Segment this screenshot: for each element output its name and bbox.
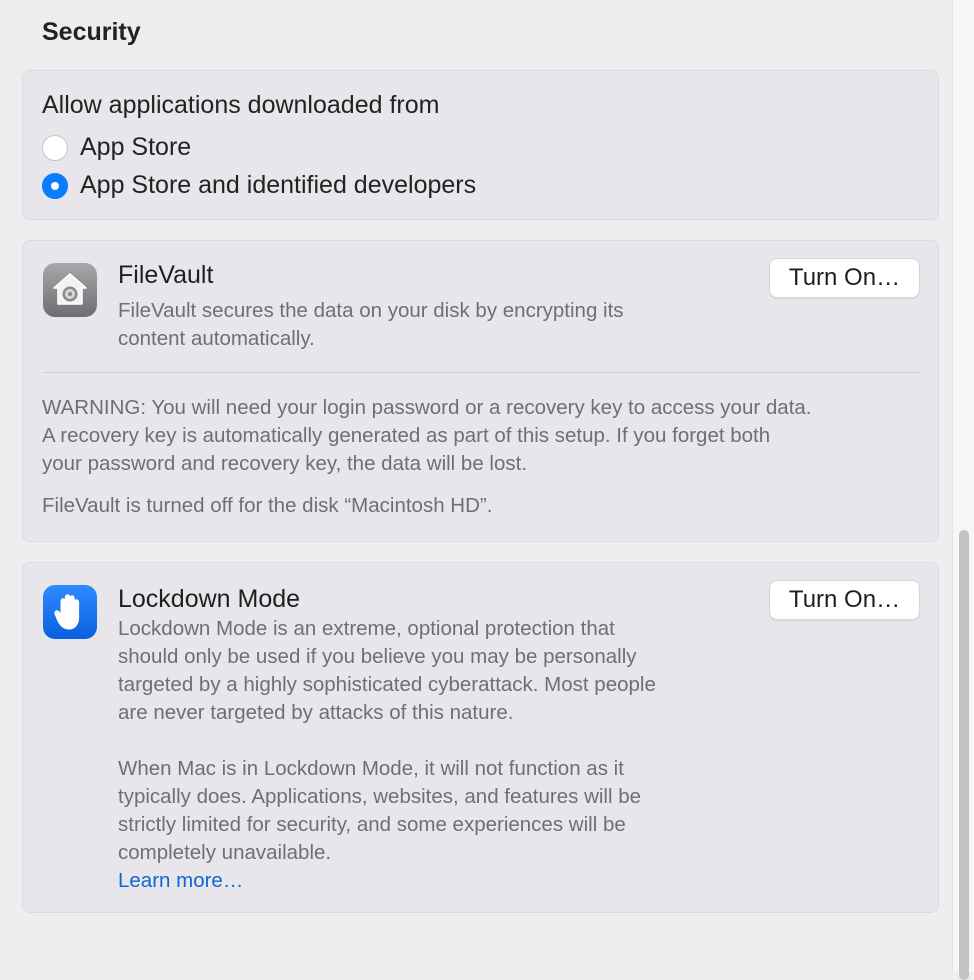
security-settings-pane: Security Allow applications downloaded f… bbox=[0, 0, 952, 972]
filevault-icon bbox=[43, 263, 97, 317]
filevault-warning: WARNING: You will need your login passwo… bbox=[42, 394, 922, 478]
filevault-description: FileVault secures the data on your disk … bbox=[118, 297, 624, 353]
description-line: typically does. Applications, websites, … bbox=[118, 785, 642, 808]
radio-option-app-store-identified[interactable]: App Store and identified developers bbox=[42, 171, 476, 200]
hand-icon bbox=[43, 585, 97, 639]
radio-label: App Store and identified developers bbox=[80, 171, 477, 199]
description-line: content automatically. bbox=[118, 327, 315, 350]
description-line: FileVault secures the data on your disk … bbox=[118, 299, 624, 322]
filevault-card: FileVault FileVault secures the data on … bbox=[22, 240, 939, 542]
description-line: When Mac is in Lockdown Mode, it will no… bbox=[118, 757, 624, 780]
lockdown-title: Lockdown Mode bbox=[118, 585, 301, 613]
section-title: Security bbox=[42, 18, 141, 46]
allow-apps-card: Allow applications downloaded from App S… bbox=[22, 70, 939, 220]
allow-apps-title: Allow applications downloaded from bbox=[42, 91, 440, 119]
warning-line: your password and recovery key, the data… bbox=[42, 452, 528, 475]
warning-line: A recovery key is automatically generate… bbox=[42, 424, 771, 447]
description-line: should only be used if you believe you m… bbox=[118, 645, 637, 668]
description-line: strictly limited for security, and some … bbox=[118, 813, 626, 836]
lockdown-description: Lockdown Mode is an extreme, optional pr… bbox=[118, 615, 656, 895]
filevault-status: FileVault is turned off for the disk “Ma… bbox=[42, 494, 493, 517]
description-line: targeted by a highly sophisticated cyber… bbox=[118, 673, 656, 696]
scrollbar-track[interactable] bbox=[952, 0, 974, 980]
filevault-turn-on-button[interactable]: Turn On… bbox=[769, 258, 920, 298]
radio-label: App Store bbox=[80, 133, 192, 161]
description-line: Lockdown Mode is an extreme, optional pr… bbox=[118, 617, 615, 640]
lockdown-card: Lockdown Mode Turn On… Lockdown Mode is … bbox=[22, 562, 939, 913]
radio-option-app-store[interactable]: App Store bbox=[42, 133, 191, 162]
radio-button-unchecked[interactable] bbox=[42, 134, 68, 161]
lockdown-turn-on-button[interactable]: Turn On… bbox=[769, 580, 920, 620]
scrollbar-thumb[interactable] bbox=[959, 530, 969, 980]
description-line: completely unavailable. bbox=[118, 841, 332, 864]
divider bbox=[42, 372, 920, 373]
filevault-title: FileVault bbox=[118, 261, 214, 289]
warning-line: WARNING: You will need your login passwo… bbox=[42, 396, 812, 419]
learn-more-link[interactable]: Learn more… bbox=[118, 867, 656, 895]
radio-button-checked[interactable] bbox=[42, 172, 68, 199]
description-line: are never targeted by attacks of this na… bbox=[118, 701, 514, 724]
